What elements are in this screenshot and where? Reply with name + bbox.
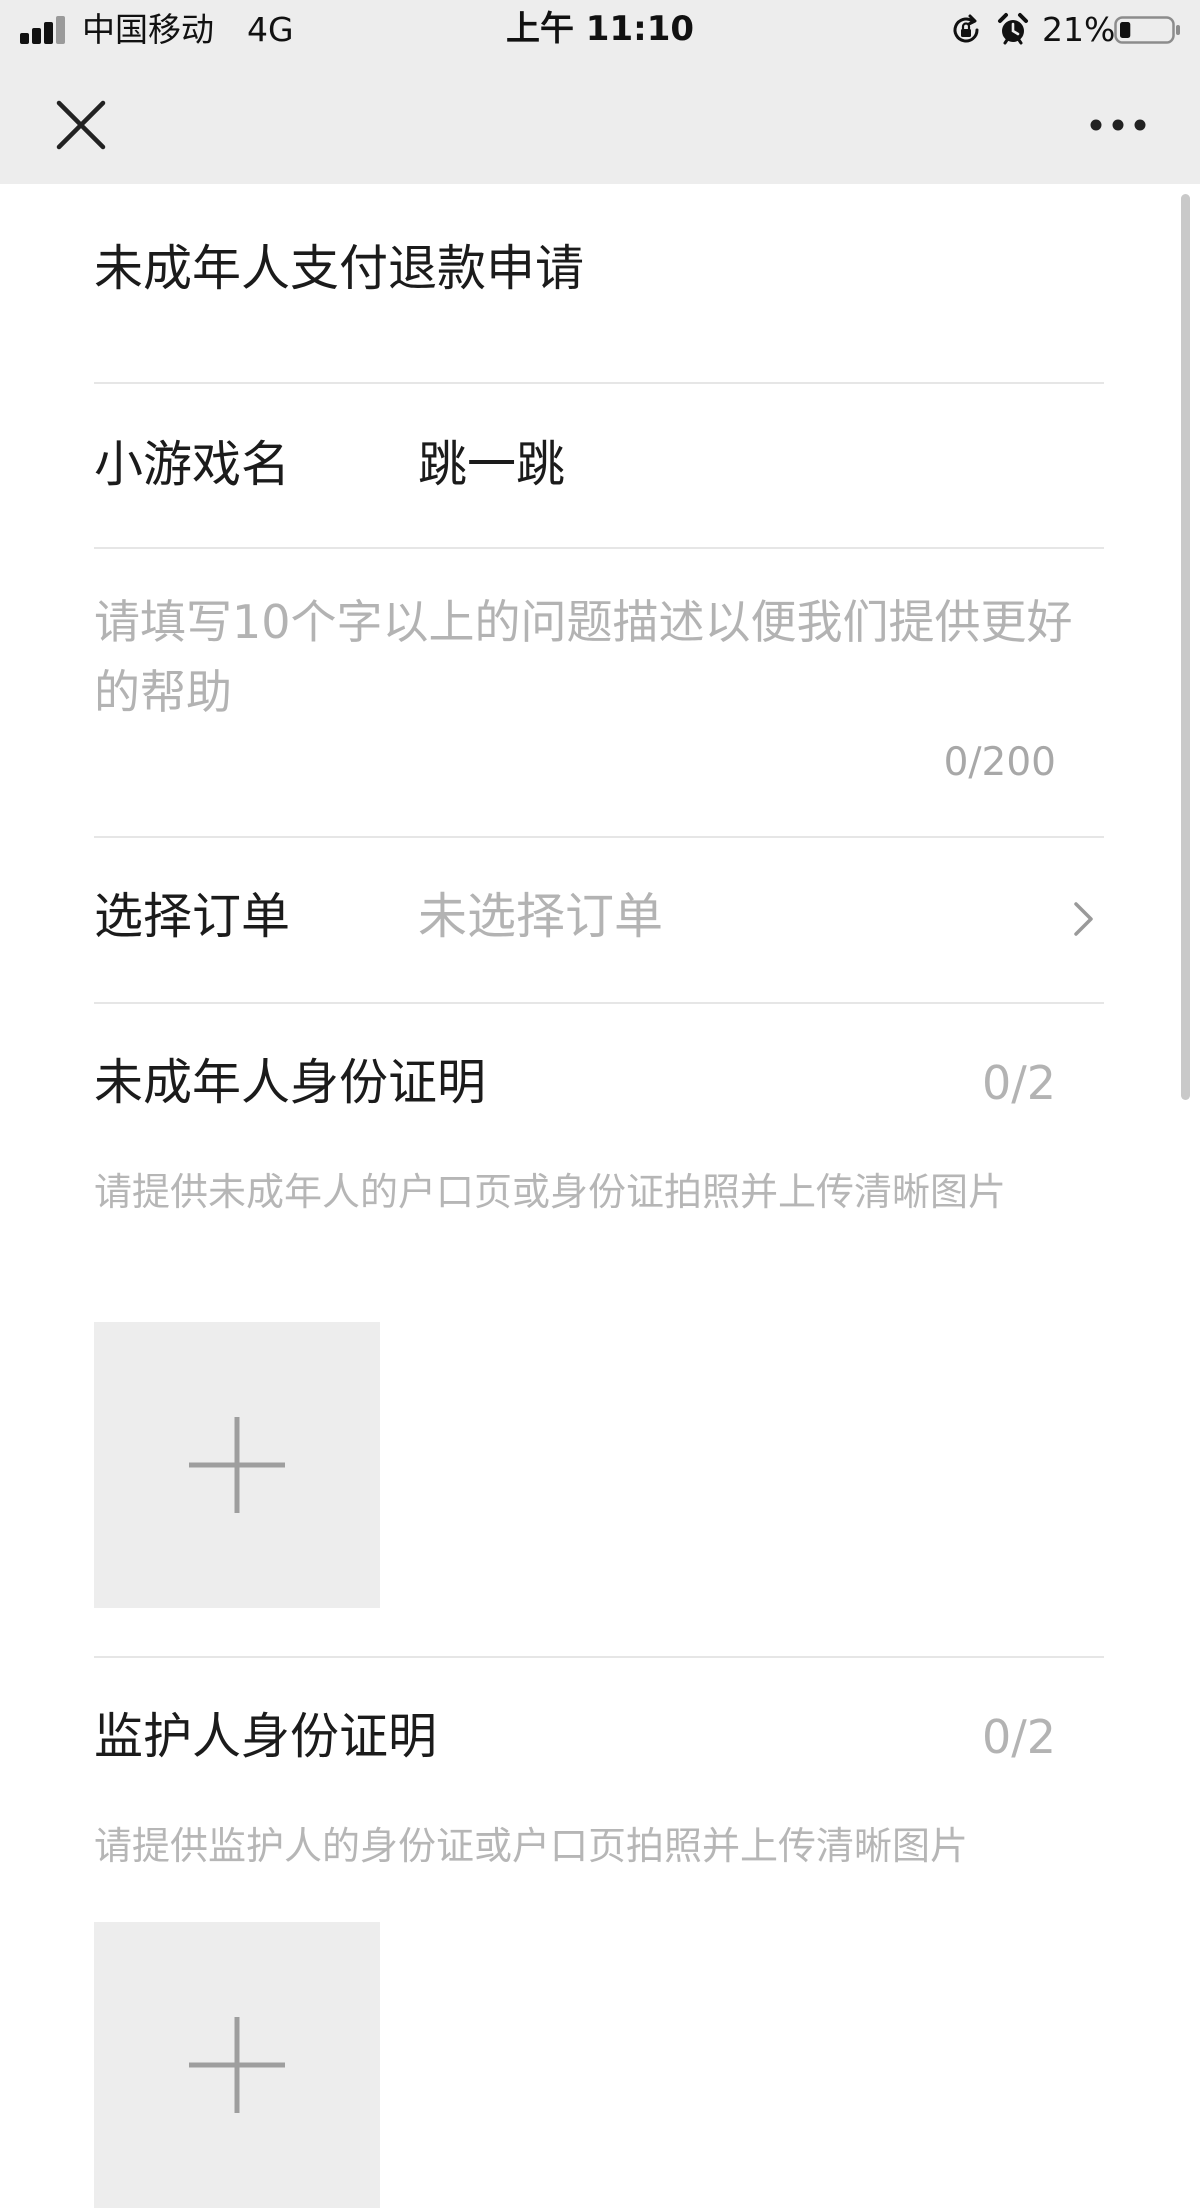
refund-form: 未成年人支付退款申请 小游戏名 跳一跳 0/200 选择订单 未选择订单 未成年… <box>0 184 1200 2208</box>
more-icon <box>1090 119 1146 131</box>
guardian-proof-label: 监护人身份证明 <box>94 1708 438 1765</box>
nav-bar <box>0 60 1200 184</box>
divider <box>94 1656 1104 1658</box>
plus-icon <box>189 2017 285 2113</box>
divider <box>94 1002 1104 1004</box>
scrollbar[interactable] <box>1181 194 1190 1100</box>
minor-proof-hint: 请提供未成年人的户口页或身份证拍照并上传清晰图片 <box>94 1170 1007 1214</box>
minor-proof-upload-button[interactable] <box>94 1322 380 1608</box>
alarm-icon <box>998 13 1028 45</box>
close-icon <box>56 100 106 150</box>
select-order-label: 选择订单 <box>94 888 291 945</box>
minor-proof-count: 0/2 <box>981 1056 1056 1110</box>
chevron-right-icon <box>1074 902 1093 936</box>
minor-proof-label: 未成年人身份证明 <box>94 1054 487 1111</box>
close-button[interactable] <box>52 96 110 154</box>
guardian-proof-count: 0/2 <box>981 1710 1056 1764</box>
battery-icon <box>1114 16 1180 44</box>
char-counter: 0/200 <box>943 740 1056 785</box>
plus-icon <box>189 1417 285 1513</box>
rotation-lock-icon <box>953 14 979 43</box>
guardian-proof-upload-button[interactable] <box>94 1922 380 2208</box>
select-order-value: 未选择订单 <box>418 888 664 945</box>
select-order-row[interactable]: 选择订单 未选择订单 <box>94 836 1104 1000</box>
battery-percent: 21% <box>1042 10 1116 49</box>
guardian-proof-hint: 请提供监护人的身份证或户口页拍照并上传清晰图片 <box>94 1824 969 1868</box>
more-button[interactable] <box>1088 110 1148 140</box>
divider <box>94 382 1104 384</box>
page-title: 未成年人支付退款申请 <box>94 240 585 297</box>
game-name-value: 跳一跳 <box>418 436 566 493</box>
divider <box>94 547 1104 549</box>
game-name-label: 小游戏名 <box>94 436 291 493</box>
status-bar: 中国移动 4G 上午 11:10 21% <box>0 0 1200 60</box>
